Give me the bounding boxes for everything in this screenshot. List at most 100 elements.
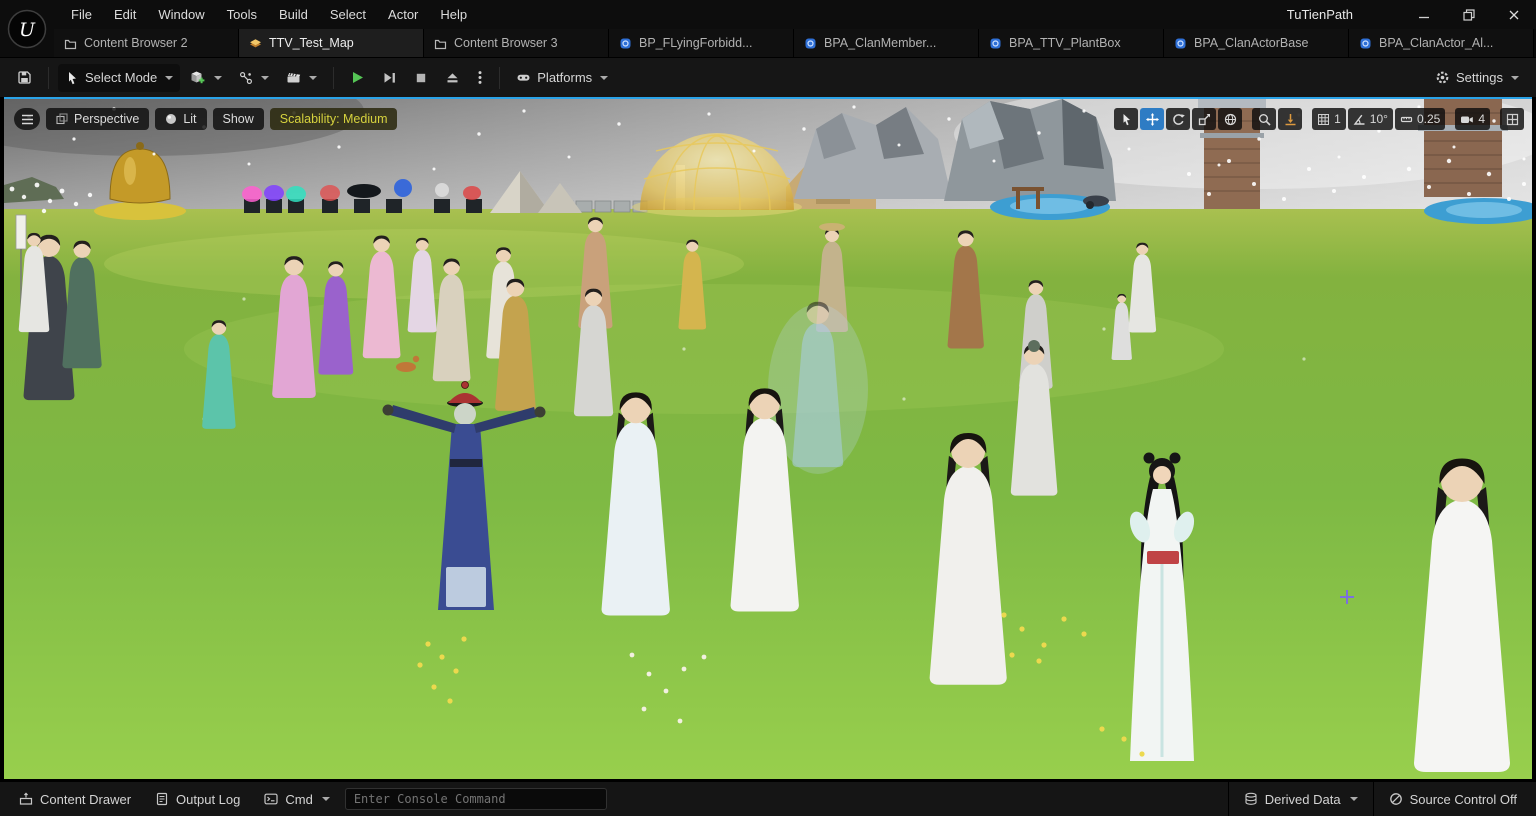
- cursor-icon: [69, 71, 76, 84]
- select-filter-button[interactable]: [1252, 108, 1277, 130]
- show-flags-button[interactable]: Show: [212, 108, 264, 130]
- console-input[interactable]: [344, 788, 607, 810]
- cinematics-button[interactable]: [279, 64, 324, 92]
- close-button[interactable]: [1491, 0, 1536, 29]
- tab-content-browser-2[interactable]: Content Browser 2: [54, 29, 239, 57]
- blueprint-nodes-icon: [240, 71, 253, 84]
- restore-button[interactable]: [1446, 0, 1491, 29]
- clapperboard-icon: [287, 73, 301, 83]
- minimize-button[interactable]: [1401, 0, 1446, 29]
- stop-button[interactable]: [407, 64, 435, 92]
- tab-bpa-clanactorbase[interactable]: BPA_ClanActorBase: [1164, 29, 1349, 57]
- grid-snap-toggle[interactable]: 1: [1312, 108, 1346, 130]
- chevron-down-icon: [321, 797, 330, 801]
- actor-deer: [396, 362, 416, 372]
- viewport-toolbar-left: Perspective Lit Show Scalability: Medium: [14, 108, 398, 130]
- scale-snap-toggle[interactable]: 0.25: [1394, 108, 1446, 130]
- derived-data-button[interactable]: Derived Data: [1235, 782, 1367, 816]
- tab-bpa-clanactor-al[interactable]: BPA_ClanActor_Al...: [1349, 29, 1534, 57]
- main-toolbar: Select Mode Platforms Settings: [0, 57, 1536, 97]
- angle-snap-icon: [1353, 114, 1365, 125]
- restore-icon: [1462, 8, 1475, 21]
- chevron-down-icon: [600, 75, 609, 80]
- cmd-dropdown[interactable]: Cmd: [255, 782, 338, 816]
- viewport-frame: Perspective Lit Show Scalability: Medium…: [0, 97, 1536, 781]
- move-tool-icon: [1145, 112, 1159, 126]
- surface-snap-icon: [1285, 113, 1296, 125]
- menu-select[interactable]: Select: [319, 0, 377, 29]
- eject-icon: [447, 73, 458, 83]
- world-space-toggle[interactable]: [1218, 108, 1243, 130]
- play-options-button[interactable]: [470, 64, 490, 92]
- map-icon: [250, 38, 261, 47]
- maximize-viewport-button[interactable]: [1500, 108, 1524, 130]
- menu-build[interactable]: Build: [268, 0, 319, 29]
- settings-dropdown[interactable]: Settings: [1428, 64, 1526, 92]
- scalability-button[interactable]: Scalability: Medium: [269, 108, 398, 130]
- play-icon: [353, 72, 364, 83]
- tab-content-browser-3[interactable]: Content Browser 3: [424, 29, 609, 57]
- quad-view-icon: [1506, 113, 1518, 125]
- stop-icon: [417, 73, 426, 82]
- camera-speed-button[interactable]: 4: [1455, 108, 1490, 130]
- blueprints-button[interactable]: [232, 64, 276, 92]
- blueprint-icon: [1175, 38, 1186, 48]
- rotation-snap-toggle[interactable]: 10°: [1347, 108, 1393, 130]
- menu-edit[interactable]: Edit: [103, 0, 147, 29]
- tab-bpa-clanmember[interactable]: BPA_ClanMember...: [794, 29, 979, 57]
- cursor-icon: [1123, 113, 1130, 125]
- camera-icon: [1461, 116, 1474, 123]
- chevron-down-icon: [214, 75, 223, 80]
- tab-ttv-test-map[interactable]: TTV_Test_Map: [239, 29, 424, 57]
- menu-file[interactable]: File: [60, 0, 103, 29]
- chevron-down-icon: [165, 75, 174, 80]
- content-browser-icon: [64, 39, 77, 49]
- tab-bp-flyingforbidd[interactable]: BP_FLyingForbidd...: [609, 29, 794, 57]
- source-control-button[interactable]: Source Control Off: [1380, 782, 1526, 816]
- content-drawer-button[interactable]: Content Drawer: [10, 782, 140, 816]
- menu-actor[interactable]: Actor: [377, 0, 429, 29]
- tab-bpa-ttv-plantbox[interactable]: BPA_TTV_PlantBox: [979, 29, 1164, 57]
- unreal-logo-icon: U: [7, 9, 47, 48]
- window-controls: [1401, 0, 1536, 29]
- select-tool-button[interactable]: [1114, 108, 1139, 130]
- viewport-canvas[interactable]: [4, 99, 1532, 779]
- chevron-down-icon: [261, 75, 270, 80]
- menu-icon: [21, 114, 33, 124]
- add-cube-icon: [191, 71, 205, 84]
- minimize-icon: [1418, 16, 1429, 18]
- viewport[interactable]: Perspective Lit Show Scalability: Medium…: [4, 97, 1532, 779]
- sphere-icon: [166, 114, 177, 124]
- save-all-button[interactable]: [10, 64, 39, 92]
- unreal-logo[interactable]: U: [0, 0, 54, 57]
- add-actor-button[interactable]: [183, 64, 229, 92]
- rotate-tool-button[interactable]: [1166, 108, 1191, 130]
- output-log-button[interactable]: Output Log: [146, 782, 249, 816]
- menu-window[interactable]: Window: [147, 0, 215, 29]
- blueprint-icon: [805, 38, 816, 48]
- viewport-options-button[interactable]: [14, 108, 40, 130]
- frame-skip-icon: [384, 73, 396, 83]
- view-mode-perspective-button[interactable]: Perspective: [46, 108, 150, 130]
- lit-mode-button[interactable]: Lit: [155, 108, 207, 130]
- platforms-dropdown[interactable]: Platforms: [509, 64, 615, 92]
- scale-tool-button[interactable]: [1192, 108, 1217, 130]
- select-mode-dropdown[interactable]: Select Mode: [58, 63, 181, 92]
- eject-button[interactable]: [438, 64, 467, 92]
- surface-snap-toggle[interactable]: [1278, 108, 1303, 130]
- move-tool-button[interactable]: [1140, 108, 1165, 130]
- statusbar-separator: [1227, 781, 1229, 816]
- camera-speed-value: 4: [1478, 112, 1485, 126]
- menu-tools[interactable]: Tools: [216, 0, 268, 29]
- chevron-down-icon: [1349, 797, 1358, 801]
- menu-help[interactable]: Help: [429, 0, 478, 29]
- rotate-tool-icon: [1172, 113, 1185, 125]
- more-options-icon: [478, 71, 482, 84]
- statusbar-separator: [1372, 781, 1374, 816]
- window-title: TuTienPath: [1286, 7, 1353, 22]
- blueprint-icon: [990, 38, 1001, 48]
- play-button[interactable]: [343, 64, 372, 92]
- frame-skip-button[interactable]: [375, 64, 404, 92]
- globe-icon: [1224, 113, 1236, 125]
- blueprint-icon: [620, 38, 631, 48]
